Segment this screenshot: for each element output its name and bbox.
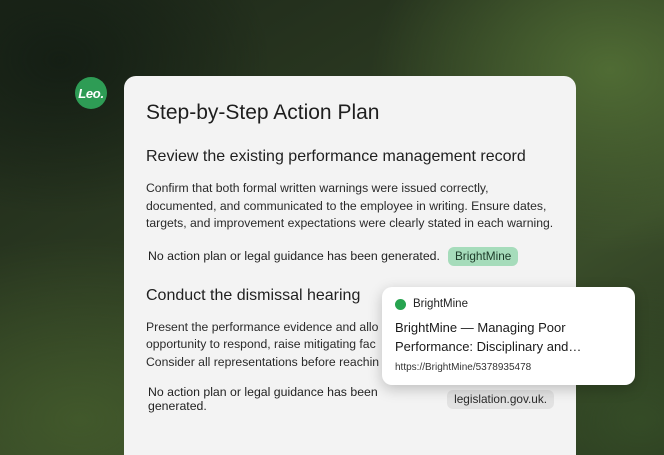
action-plan-card: Step-by-Step Action Plan Review the exis… bbox=[124, 76, 576, 455]
guidance-text: No action plan or legal guidance has bee… bbox=[148, 249, 440, 263]
source-dot-icon bbox=[395, 298, 406, 310]
card-title: Step-by-Step Action Plan bbox=[146, 101, 380, 124]
step-review-record: Review the existing performance manageme… bbox=[146, 147, 554, 266]
guidance-text: No action plan or legal guidance has bee… bbox=[148, 385, 378, 413]
step-body-line: Present the performance evidence and all… bbox=[146, 319, 379, 334]
step-body: Present the performance evidence and all… bbox=[146, 319, 382, 372]
popover-source-name: BrightMine bbox=[413, 298, 468, 310]
popover-title[interactable]: BrightMine — Managing Poor Performance: … bbox=[395, 318, 621, 356]
guidance-row: No action plan or legal guidance has bee… bbox=[148, 246, 554, 266]
source-chip-legislation[interactable]: legislation.gov.uk. bbox=[447, 389, 554, 409]
source-chip-brightmine[interactable]: BrightMine bbox=[447, 246, 519, 266]
leo-avatar: Leo. bbox=[75, 77, 107, 109]
step-body: Confirm that both formal written warning… bbox=[146, 181, 554, 230]
guidance-row: No action plan or legal guidance has bee… bbox=[148, 385, 554, 413]
step-body-line: Consider all representations before reac… bbox=[146, 354, 380, 369]
popover-source: BrightMine bbox=[395, 298, 621, 310]
popover-url[interactable]: https://BrightMine/5378935478 bbox=[395, 362, 621, 373]
step-body-line: opportunity to respond, raise mitigating… bbox=[146, 337, 376, 351]
step-heading: Review the existing performance manageme… bbox=[146, 148, 526, 165]
source-preview-popover[interactable]: BrightMine BrightMine — Managing Poor Pe… bbox=[382, 287, 635, 385]
